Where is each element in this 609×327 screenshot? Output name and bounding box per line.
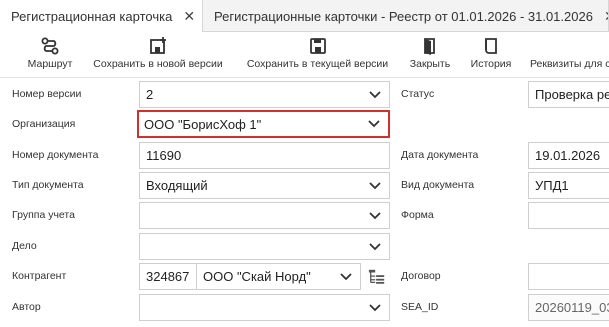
chevron-down-icon bbox=[368, 120, 380, 128]
requisites-button[interactable]: Реквизиты для с bbox=[530, 32, 609, 78]
author-label: Автор bbox=[12, 301, 41, 313]
tab-label: Регистрационная карточка bbox=[11, 9, 173, 24]
accounting-group-select[interactable] bbox=[139, 202, 390, 229]
status-value: Проверка рек bbox=[535, 87, 609, 102]
save-current-label: Сохранить в текущей версии bbox=[246, 58, 389, 70]
document-date-value: 19.01.2026 bbox=[535, 148, 601, 163]
document-kind-field[interactable]: УПД1 bbox=[528, 172, 609, 199]
document-type-label: Тип документа bbox=[12, 179, 84, 191]
chevron-down-icon bbox=[340, 272, 352, 280]
organization-label: Организация bbox=[12, 118, 76, 130]
requisites-label: Реквизиты для с bbox=[530, 58, 609, 70]
document-type-select[interactable]: Входящий bbox=[139, 172, 390, 199]
case-label: Дело bbox=[12, 240, 37, 252]
contractor-name: ООО "Скай Норд" bbox=[203, 269, 311, 284]
document-date-label: Дата документа bbox=[401, 149, 479, 161]
sea-id-value: 20260119_03 bbox=[535, 300, 609, 315]
chevron-down-icon bbox=[369, 211, 381, 219]
toolbar: Маршрут Сохранить в новой версии Сохрани… bbox=[0, 32, 609, 78]
document-number-input[interactable]: 11690 bbox=[139, 142, 390, 169]
version-label: Номер версии bbox=[12, 88, 82, 100]
route-label: Маршрут bbox=[27, 58, 73, 70]
tab-registry[interactable]: Регистрационные карточки - Реестр от 01.… bbox=[203, 0, 609, 32]
save-new-icon bbox=[150, 37, 166, 54]
route-button[interactable]: Маршрут bbox=[20, 32, 80, 78]
contract-label: Договор bbox=[401, 270, 441, 282]
door-icon bbox=[424, 38, 435, 55]
tab-label: Регистрационные карточки - Реестр от 01.… bbox=[214, 8, 593, 24]
save-current-version-button[interactable]: Сохранить в текущей версии bbox=[240, 32, 395, 78]
sea-id-field: 20260119_03 bbox=[528, 294, 609, 321]
contractor-code: 324867 bbox=[146, 269, 190, 284]
document-type-value: Входящий bbox=[146, 178, 208, 193]
case-select[interactable] bbox=[139, 233, 390, 260]
history-icon bbox=[485, 38, 497, 54]
close-icon[interactable]: ✕ bbox=[604, 8, 608, 25]
version-select[interactable]: 2 bbox=[139, 81, 390, 108]
save-new-label: Сохранить в новой версии bbox=[93, 58, 223, 70]
sea-id-label: SEA_ID bbox=[401, 301, 439, 313]
history-label: История bbox=[470, 58, 512, 70]
close-label: Закрыть bbox=[409, 58, 451, 70]
tab-registration-card[interactable]: Регистрационная карточка ✕ bbox=[0, 0, 203, 33]
chevron-down-icon bbox=[369, 181, 381, 189]
organization-select[interactable]: ООО "БорисХоф 1" bbox=[137, 110, 390, 138]
document-kind-label: Вид документа bbox=[401, 179, 475, 191]
chevron-down-icon bbox=[369, 242, 381, 250]
tree-list-icon bbox=[368, 269, 385, 284]
form-label: Форма bbox=[401, 209, 434, 221]
contract-field[interactable] bbox=[528, 263, 609, 290]
document-date-input[interactable]: 19.01.2026 bbox=[528, 142, 609, 169]
document-kind-value: УПД1 bbox=[535, 178, 569, 193]
status-label: Статус bbox=[401, 88, 435, 100]
history-button[interactable]: История bbox=[462, 32, 520, 78]
organization-value: ООО "БорисХоф 1" bbox=[144, 116, 262, 132]
close-button[interactable]: Закрыть bbox=[405, 32, 455, 78]
status-field[interactable]: Проверка рек bbox=[528, 81, 609, 108]
chevron-down-icon bbox=[369, 90, 381, 98]
contractor-label: Контрагент bbox=[12, 270, 67, 282]
contractor-select[interactable]: 324867 ООО "Скай Норд" bbox=[139, 263, 361, 290]
version-value: 2 bbox=[146, 87, 154, 102]
form-field[interactable] bbox=[528, 202, 609, 229]
document-number-label: Номер документа bbox=[12, 149, 99, 161]
route-icon bbox=[41, 37, 59, 55]
tab-strip: Регистрационная карточка ✕ Регистрационн… bbox=[0, 0, 609, 33]
close-icon[interactable]: ✕ bbox=[183, 8, 195, 25]
document-number-value: 11690 bbox=[146, 148, 182, 163]
accounting-group-label: Группа учета bbox=[12, 209, 75, 221]
contractor-list-button[interactable] bbox=[366, 266, 388, 288]
save-new-version-button[interactable]: Сохранить в новой версии bbox=[88, 32, 228, 78]
field-divider bbox=[196, 264, 197, 289]
save-icon bbox=[309, 38, 326, 54]
chevron-down-icon bbox=[369, 303, 381, 311]
author-select[interactable] bbox=[139, 294, 390, 321]
